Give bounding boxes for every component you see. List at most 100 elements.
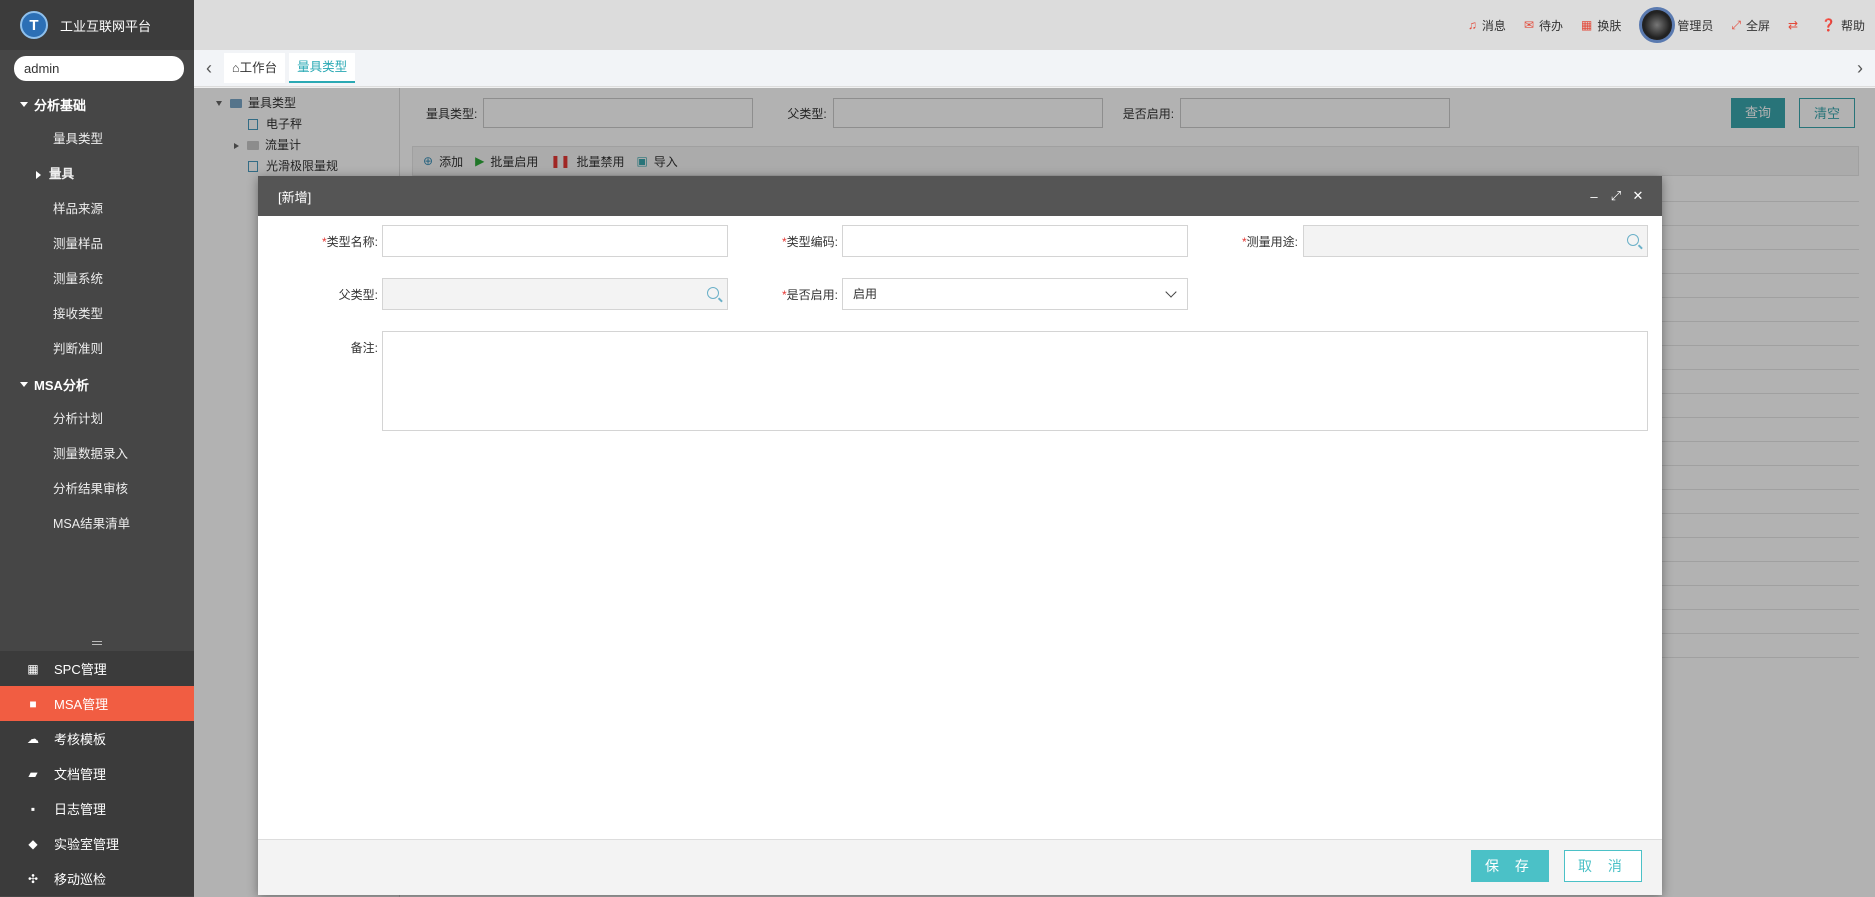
header-messages[interactable]: ♫ 消息: [1468, 17, 1506, 34]
nav-assessment-template[interactable]: ☁ 考核模板: [0, 721, 194, 756]
dialog-title: [新增]: [278, 189, 312, 205]
remark-label: 备注:: [350, 341, 378, 355]
tab-bar: ‹ ⌂ 工作台 量具类型 ›: [194, 50, 1875, 87]
remark-textarea[interactable]: [382, 331, 1648, 431]
type-code-label: *类型编码:: [781, 235, 838, 249]
header-todo[interactable]: ✉ 待办: [1524, 17, 1563, 34]
cloud-icon: ☁: [27, 731, 39, 746]
nav-log-management[interactable]: ▪ 日志管理: [0, 791, 194, 826]
caret-down-icon: [20, 382, 28, 387]
nav-label: 日志管理: [54, 802, 107, 817]
sidebar-item-measure-data-entry[interactable]: 测量数据录入: [0, 437, 194, 472]
nav-label: 移动巡检: [54, 872, 107, 887]
nav-lab-management[interactable]: ◆ 实验室管理: [0, 826, 194, 861]
dialog-body: *类型名称: *类型编码: *测量用途: 父类型: *是否启用: 启用 备注:: [258, 216, 1662, 839]
maximize-icon[interactable]: ⤢: [1606, 188, 1626, 204]
header-fullscreen-label: 全屏: [1745, 18, 1770, 33]
sidebar-item-gauge-type[interactable]: 量具类型: [0, 122, 194, 157]
enabled-select[interactable]: 启用: [842, 278, 1188, 310]
type-code-input[interactable]: [842, 225, 1188, 257]
header-skin[interactable]: ▦ 换肤: [1581, 17, 1621, 34]
sidebar-item-sample-source[interactable]: 样品来源: [0, 192, 194, 227]
parent-type-lookup-input[interactable]: [382, 278, 728, 310]
enabled-select-value: 启用: [853, 287, 878, 301]
sidebar-item-judge-rule[interactable]: 判断准则: [0, 332, 194, 367]
purpose-label: *测量用途:: [1241, 235, 1298, 249]
nav-document-management[interactable]: ▰ 文档管理: [0, 756, 194, 791]
user-name-box[interactable]: admin: [14, 56, 184, 81]
tab-workbench[interactable]: ⌂ 工作台: [224, 53, 286, 83]
header-help-label: 帮助: [1840, 18, 1865, 33]
purpose-lookup-input[interactable]: [1303, 225, 1648, 257]
header-fullscreen[interactable]: ⤢ 全屏: [1731, 17, 1770, 34]
close-icon[interactable]: ✕: [1628, 188, 1648, 204]
header-admin[interactable]: 管理员: [1639, 7, 1713, 43]
sidebar-item-gauge[interactable]: 量具: [0, 157, 194, 192]
header-skin-label: 换肤: [1597, 18, 1622, 33]
header-help[interactable]: ❓ 帮助: [1821, 17, 1865, 34]
sidebar-item-measure-system[interactable]: 测量系统: [0, 262, 194, 297]
caret-right-icon: [36, 170, 41, 179]
parent-type-label: 父类型:: [338, 288, 378, 302]
nav-mobile-inspection[interactable]: ✣ 移动巡检: [0, 861, 194, 896]
app-title: 工业互联网平台: [60, 18, 152, 34]
sidebar-item-label: 量具: [49, 167, 75, 181]
tab-label: 工作台: [239, 61, 278, 75]
bottom-nav: ▦ SPC管理 ■ MSA管理 ☁ 考核模板 ▰ 文档管理 ▪ 日志管理 ◆ 实…: [0, 651, 194, 896]
sidebar-item-receive-type[interactable]: 接收类型: [0, 297, 194, 332]
chevron-down-icon: [1165, 286, 1177, 298]
enabled-label: *是否启用:: [781, 288, 838, 302]
caret-down-icon: [20, 102, 28, 107]
top-header: ♫ 消息 ✉ 待办 ▦ 换肤 管理员 ⤢ 全屏 ⇄ ❓ 帮助: [194, 0, 1875, 50]
sidebar-item-result-review[interactable]: 分析结果审核: [0, 472, 194, 507]
search-icon[interactable]: [1627, 234, 1639, 246]
type-name-input[interactable]: [382, 225, 728, 257]
nav-msa-management[interactable]: ■ MSA管理: [0, 686, 194, 721]
bell-icon: ♫: [1467, 18, 1477, 32]
avatar[interactable]: [1639, 7, 1676, 43]
sidebar-item-measure-sample[interactable]: 测量样品: [0, 227, 194, 262]
comment-icon: ▪: [30, 801, 36, 816]
header-switch[interactable]: ⇄: [1788, 18, 1803, 32]
menu-group-analysis-basis[interactable]: 分析基础: [0, 87, 194, 122]
minimize-icon[interactable]: –: [1584, 189, 1604, 204]
sidebar-splitter-handle[interactable]: [0, 640, 194, 648]
grid-icon: ▦: [27, 661, 39, 676]
nav-label: 考核模板: [54, 732, 107, 747]
sidebar-item-msa-result-list[interactable]: MSA结果清单: [0, 507, 194, 542]
tab-gauge-type[interactable]: 量具类型: [289, 53, 356, 83]
app-logo-icon: T: [20, 11, 48, 39]
brand: T 工业互联网平台: [0, 0, 194, 50]
header-todo-label: 待办: [1538, 18, 1563, 33]
tab-scroll-right-icon[interactable]: ›: [1845, 58, 1875, 79]
header-messages-label: 消息: [1481, 18, 1506, 33]
type-name-label: *类型名称:: [321, 235, 378, 249]
menu-group-label: MSA分析: [34, 378, 89, 393]
folder-icon: ▰: [28, 766, 38, 781]
dialog-header: [新增] – ⤢ ✕: [258, 176, 1662, 216]
book-icon: ■: [29, 696, 37, 711]
nav-label: MSA管理: [54, 697, 109, 712]
graduation-cap-icon: ◆: [28, 836, 38, 851]
help-icon: ❓: [1821, 18, 1836, 32]
nav-spc-management[interactable]: ▦ SPC管理: [0, 651, 194, 686]
nav-label: 文档管理: [54, 767, 107, 782]
nav-label: 实验室管理: [54, 837, 120, 852]
dialog-footer: 保 存 取 消: [258, 839, 1662, 895]
grid-icon: ▦: [1580, 18, 1593, 32]
sidebar-item-analysis-plan[interactable]: 分析计划: [0, 402, 194, 437]
tab-scroll-left-icon[interactable]: ‹: [194, 58, 224, 79]
save-button[interactable]: 保 存: [1471, 850, 1549, 882]
add-dialog: [新增] – ⤢ ✕ *类型名称: *类型编码: *测量用途: 父类型: *是否…: [258, 176, 1662, 895]
menu-group-label: 分析基础: [34, 98, 87, 113]
switch-icon: ⇄: [1787, 18, 1799, 32]
menu-group-msa-analysis[interactable]: MSA分析: [0, 367, 194, 402]
mail-icon: ✉: [1523, 18, 1534, 32]
home-icon: ⌂: [232, 61, 240, 75]
expand-icon: ✣: [27, 871, 39, 886]
fullscreen-icon: ⤢: [1731, 17, 1741, 32]
header-admin-label: 管理员: [1677, 18, 1714, 33]
nav-label: SPC管理: [54, 662, 107, 677]
sidebar: T 工业互联网平台 admin 分析基础 量具类型 量具 样品来源 测量样品 测…: [0, 0, 194, 897]
cancel-button[interactable]: 取 消: [1564, 850, 1642, 882]
